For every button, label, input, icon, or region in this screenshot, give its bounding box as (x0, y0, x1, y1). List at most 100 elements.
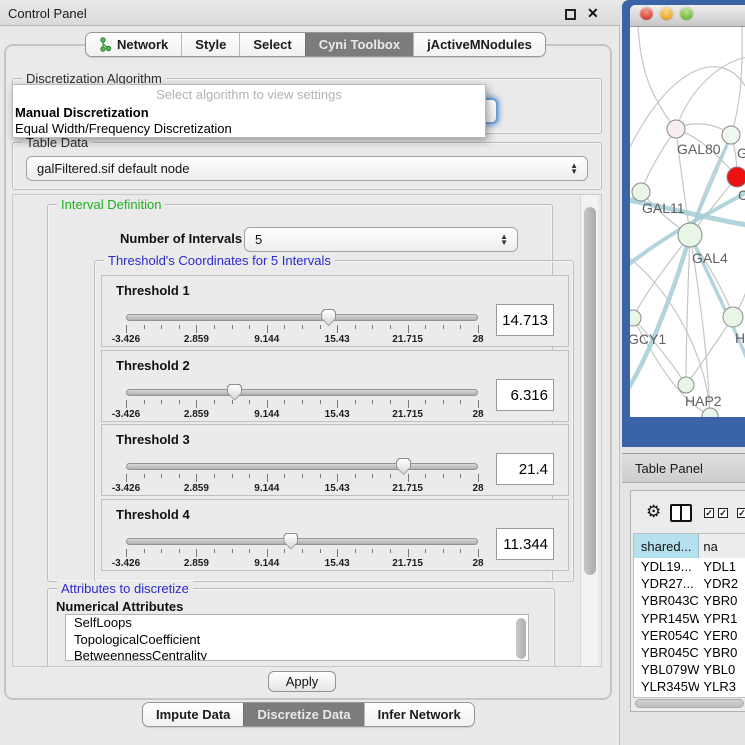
mode-tab-impute-data[interactable]: Impute Data (143, 703, 243, 726)
network-node-gal4[interactable] (678, 223, 702, 247)
checkbox-icon[interactable]: ✓ (718, 508, 728, 518)
float-window-icon[interactable] (565, 9, 576, 20)
algorithm-prompt-item[interactable]: Select algorithm to view settings (13, 87, 485, 102)
table-row[interactable]: YER054CYER0 (634, 627, 745, 644)
network-node-h[interactable] (723, 307, 743, 327)
thresholds-group: Threshold's Coordinates for 5 Intervals … (94, 260, 574, 582)
numerical-attributes-list[interactable]: SelfLoopsTopologicalCoefficientBetweenne… (65, 614, 529, 661)
node-table[interactable]: shared...na YDL19...YDL1YDR27...YDR2YBR0… (633, 533, 745, 698)
tab-jactivemnodules[interactable]: jActiveMNodules (413, 33, 545, 56)
scrollbar-thumb[interactable] (635, 699, 744, 708)
table-cell: YPR145W (634, 611, 699, 626)
mode-tab-infer-network[interactable]: Infer Network (364, 703, 474, 726)
checkbox-icon[interactable]: ✓ (737, 508, 745, 518)
table-row[interactable]: YDR27...YDR2 (634, 575, 745, 592)
table-cell: YLR3 (699, 679, 745, 694)
table-row[interactable]: YBL079WYBL0 (634, 661, 745, 678)
threshold-slider[interactable]: -3.4262.8599.14415.4321.71528 (126, 310, 478, 344)
minimize-traffic-light-icon[interactable] (660, 7, 673, 20)
tab-label: Cyni Toolbox (319, 37, 400, 52)
attribute-list-item[interactable]: TopologicalCoefficient (66, 632, 528, 649)
split-columns-icon[interactable] (670, 504, 692, 522)
slider-track[interactable] (126, 463, 478, 470)
zoom-traffic-light-icon[interactable] (680, 7, 693, 20)
table-cell: YBR0 (699, 645, 745, 660)
scrollbar-thumb[interactable] (584, 207, 596, 575)
network-node-gal80[interactable] (667, 120, 685, 138)
close-traffic-light-icon[interactable] (640, 7, 653, 20)
threshold-slider[interactable]: -3.4262.8599.14415.4321.71528 (126, 534, 478, 568)
threshold-value-field[interactable]: 21.4 (496, 453, 554, 485)
threshold-label: Threshold 2 (116, 358, 190, 373)
slider-thumb[interactable] (227, 384, 242, 401)
table-cell: YER054C (634, 628, 699, 643)
algorithm-option-manual[interactable]: Manual Discretization (15, 105, 485, 120)
network-icon (99, 37, 112, 52)
network-node[interactable] (702, 408, 718, 417)
list-scrollbar[interactable] (516, 618, 526, 659)
slider-ticks (126, 325, 478, 333)
threshold-label: Threshold 1 (116, 283, 190, 298)
interval-definition-group-title: Interval Definition (57, 197, 165, 212)
table-cell: YDL19... (634, 559, 699, 574)
tab-select[interactable]: Select (239, 33, 304, 56)
table-data-combobox[interactable]: galFiltered.sif default node ▲▼ (26, 156, 588, 181)
table-cell: YDR27... (634, 576, 699, 591)
table-header-row: shared...na (634, 534, 745, 558)
close-icon[interactable]: ✕ (587, 5, 599, 22)
slider-thumb[interactable] (321, 309, 336, 326)
algorithm-dropdown-popup: Select algorithm to view settings Manual… (12, 84, 486, 138)
control-panel-tabs: NetworkStyleSelect Cyni Toolbox jActiveMNo… (85, 32, 546, 57)
number-of-intervals-value: 5 (255, 232, 262, 247)
slider-track[interactable] (126, 538, 478, 545)
threshold-slider[interactable]: -3.4262.8599.14415.4321.71528 (126, 385, 478, 419)
threshold-slider[interactable]: -3.4262.8599.14415.4321.71528 (126, 459, 478, 493)
slider-ticks (126, 400, 478, 408)
table-row[interactable]: YLR345WYLR3 (634, 678, 745, 695)
algorithm-option-equal-width[interactable]: Equal Width/Frequency Discretization (15, 121, 485, 136)
slider-track[interactable] (126, 389, 478, 396)
control-panel-titlebar (0, 0, 620, 26)
threshold-panel-4: Threshold 4-3.4262.8599.14415.4321.71528… (101, 499, 569, 571)
attribute-list-item[interactable]: SelfLoops (66, 615, 528, 632)
column-header-2[interactable]: na (699, 534, 745, 558)
slider-thumb[interactable] (396, 458, 411, 475)
number-of-intervals-combobox[interactable]: 5 ▲▼ (244, 227, 518, 252)
threshold-panel-2: Threshold 2 -3.4262.8599.14415.4321.71528… (101, 350, 569, 422)
table-cell: YPR1 (699, 611, 745, 626)
threshold-value-field[interactable]: 14.713 (496, 304, 554, 336)
network-node-c[interactable] (727, 167, 745, 187)
tab-cyni-toolbox[interactable]: Cyni Toolbox (305, 33, 413, 56)
network-node-gcy1[interactable] (630, 310, 641, 326)
network-canvas[interactable]: GAL80GCGAL11GAL4GCY1HHAP2 (630, 27, 745, 417)
apply-button[interactable]: Apply (268, 671, 336, 692)
tab-label: Impute Data (156, 707, 230, 722)
tab-network[interactable]: Network (86, 33, 181, 56)
slider-track[interactable] (126, 314, 478, 321)
tab-style[interactable]: Style (181, 33, 239, 56)
table-cell: YLR345W (634, 679, 699, 694)
network-graph: GAL80GCGAL11GAL4GCY1HHAP2 (630, 27, 745, 417)
node-label: GAL11 (642, 200, 685, 216)
threshold-value-field[interactable]: 11.344 (496, 528, 554, 560)
table-row[interactable]: YBR043CYBR0 (634, 592, 745, 609)
column-header-1[interactable]: shared... (634, 534, 699, 558)
table-panel-window: ⚙ ✓ ✓ ✓ shared...na YDL19...YDL1YDR27...… (630, 490, 745, 712)
checkbox-icon[interactable]: ✓ (704, 508, 714, 518)
slider-thumb[interactable] (283, 533, 298, 550)
table-cell: YBL079W (634, 662, 699, 677)
attribute-list-item[interactable]: BetweennessCentrality (66, 648, 528, 661)
table-toolbar: ⚙ ✓ ✓ ✓ (631, 491, 745, 531)
settings-vertical-scrollbar[interactable] (580, 195, 598, 666)
gear-icon[interactable]: ⚙ (646, 503, 661, 520)
network-node-g[interactable] (722, 126, 740, 144)
table-row[interactable]: YPR145WYPR1 (634, 610, 745, 627)
table-horizontal-scrollbar[interactable] (633, 698, 745, 709)
network-node-gal11[interactable] (632, 183, 650, 201)
mode-tab-discretize-data[interactable]: Discretize Data (243, 703, 363, 726)
table-row[interactable]: YBR045CYBR0 (634, 644, 745, 661)
network-node-hap2[interactable] (678, 377, 694, 393)
numerical-attributes-label: Numerical Attributes (56, 599, 183, 614)
threshold-value-field[interactable]: 6.316 (496, 379, 554, 411)
table-row[interactable]: YDL19...YDL1 (634, 558, 745, 575)
